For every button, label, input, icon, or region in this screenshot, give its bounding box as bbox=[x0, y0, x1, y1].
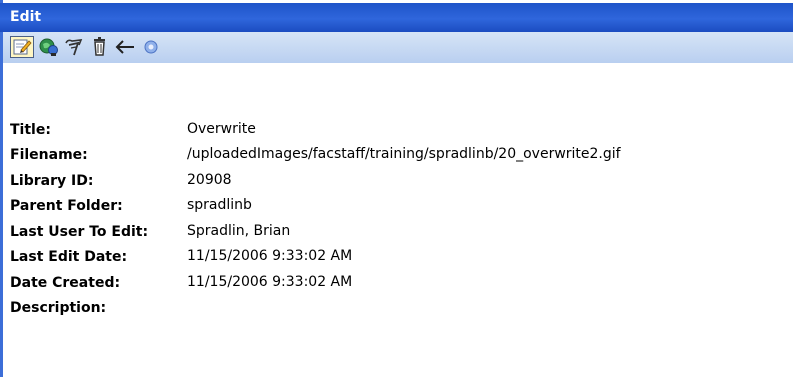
field-row-title: Title: Overwrite bbox=[10, 121, 790, 144]
edit-panel: Edit Title: Overwrite Filename: /uploade… bbox=[0, 0, 793, 377]
last-edit-date-label: Last Edit Date: bbox=[10, 249, 128, 265]
overwrite-icon bbox=[63, 36, 87, 58]
filename-label: Filename: bbox=[10, 147, 88, 163]
back-arrow-icon bbox=[113, 36, 137, 58]
date-created-label: Date Created: bbox=[10, 275, 121, 291]
date-created-value: 11/15/2006 9:33:02 AM bbox=[187, 274, 353, 290]
field-row-filename: Filename: /uploadedImages/facstaff/train… bbox=[10, 146, 790, 169]
description-label: Description: bbox=[10, 300, 107, 316]
panel-title: Edit bbox=[10, 9, 42, 25]
last-user-value: Spradlin, Brian bbox=[187, 223, 291, 239]
filename-value: /uploadedImages/facstaff/training/spradl… bbox=[187, 146, 621, 162]
overwrite-button[interactable] bbox=[63, 36, 87, 58]
field-row-description: Description: bbox=[10, 300, 790, 322]
view-link-icon bbox=[38, 36, 62, 58]
help-button[interactable] bbox=[140, 36, 164, 58]
help-icon bbox=[140, 36, 164, 58]
title-bar: Edit bbox=[0, 3, 793, 32]
field-row-last-user: Last User To Edit: Spradlin, Brian bbox=[10, 223, 790, 246]
field-row-library-id: Library ID: 20908 bbox=[10, 172, 790, 195]
back-button[interactable] bbox=[113, 36, 137, 58]
parent-folder-label: Parent Folder: bbox=[10, 198, 123, 214]
delete-button[interactable] bbox=[89, 36, 113, 58]
library-id-value: 20908 bbox=[187, 172, 232, 188]
title-value: Overwrite bbox=[187, 121, 256, 137]
edit-properties-button[interactable] bbox=[10, 36, 34, 58]
edit-properties-icon bbox=[11, 37, 33, 57]
view-link-button[interactable] bbox=[38, 36, 62, 58]
library-id-label: Library ID: bbox=[10, 173, 94, 189]
title-label: Title: bbox=[10, 122, 51, 138]
parent-folder-value: spradlinb bbox=[187, 197, 252, 213]
field-row-parent-folder: Parent Folder: spradlinb bbox=[10, 197, 790, 220]
delete-trash-icon bbox=[89, 36, 113, 58]
field-row-date-created: Date Created: 11/15/2006 9:33:02 AM bbox=[10, 274, 790, 297]
toolbar bbox=[3, 32, 793, 63]
last-edit-date-value: 11/15/2006 9:33:02 AM bbox=[187, 248, 353, 264]
field-row-last-edit-date: Last Edit Date: 11/15/2006 9:33:02 AM bbox=[10, 248, 790, 271]
last-user-label: Last User To Edit: bbox=[10, 224, 149, 240]
